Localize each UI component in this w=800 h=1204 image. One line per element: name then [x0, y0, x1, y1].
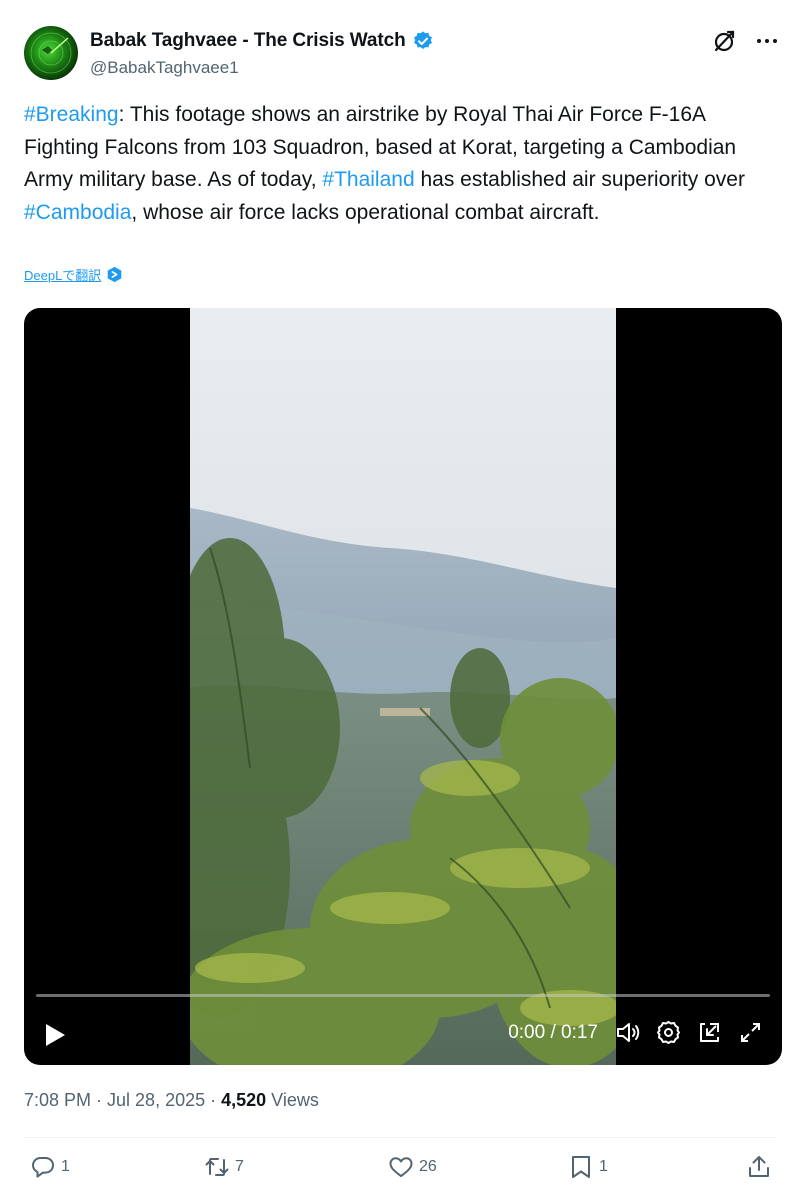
play-icon[interactable] [42, 1021, 68, 1049]
reply-button[interactable]: 1 [30, 1154, 70, 1180]
like-count: 26 [419, 1158, 437, 1175]
repost-button[interactable]: 7 [204, 1154, 244, 1180]
translate-link[interactable]: DeepLで翻訳 [24, 265, 101, 284]
fullscreen-icon[interactable] [737, 1019, 764, 1046]
hashtag-link[interactable]: #Cambodia [24, 201, 131, 224]
pip-icon[interactable] [696, 1019, 723, 1046]
repost-count: 7 [235, 1158, 244, 1175]
reply-icon [30, 1154, 56, 1180]
views-count: 4,520 [221, 1090, 267, 1110]
tweet-text-segment: , whose air force lacks operational comb… [131, 200, 600, 224]
tweet-timestamp[interactable]: 7:08 PM · Jul 28, 2025 · [24, 1090, 221, 1110]
hashtag-link[interactable]: #Thailand [322, 168, 414, 191]
hashtag-link[interactable]: #Breaking [24, 103, 119, 126]
verified-icon [412, 30, 434, 52]
author-display-name[interactable]: Babak Taghvaee - The Crisis Watch [90, 30, 406, 52]
video-time: 0:00 / 0:17 [508, 1021, 598, 1043]
video-player[interactable]: 0:00 / 0:17 [24, 308, 782, 1065]
tweet-text: #Breaking: This footage shows an airstri… [24, 99, 776, 229]
settings-icon[interactable] [655, 1019, 682, 1046]
volume-icon[interactable] [614, 1019, 641, 1046]
video-progress-bar[interactable] [36, 994, 770, 997]
video-controls: 0:00 / 0:17 [508, 1019, 764, 1046]
deepl-icon[interactable] [106, 266, 123, 283]
views-label: Views [266, 1090, 319, 1110]
action-bar: 1 7 26 1 [24, 1154, 776, 1186]
like-button[interactable]: 26 [388, 1154, 437, 1180]
reply-count: 1 [61, 1158, 70, 1175]
author-name-row: Babak Taghvaee - The Crisis Watch [90, 30, 434, 52]
share-button[interactable] [746, 1154, 772, 1180]
bookmark-icon [568, 1154, 594, 1180]
like-icon [388, 1154, 414, 1180]
tweet-text-segment: has established air superiority over [414, 168, 745, 191]
bookmark-count: 1 [599, 1158, 608, 1175]
tweet-meta: 7:08 PM · Jul 28, 2025 · 4,520 Views [24, 1090, 319, 1111]
video-frame[interactable] [190, 308, 616, 1065]
share-icon [746, 1154, 772, 1180]
divider [24, 1137, 776, 1138]
author-handle[interactable]: @BabakTaghvaee1 [90, 58, 239, 78]
translate-row: DeepLで翻訳 [24, 265, 123, 284]
repost-icon [204, 1154, 230, 1180]
avatar[interactable] [24, 26, 78, 80]
bookmark-button[interactable]: 1 [568, 1154, 608, 1180]
top-actions [712, 28, 780, 54]
grok-icon[interactable] [712, 28, 738, 54]
more-icon[interactable] [754, 28, 780, 54]
